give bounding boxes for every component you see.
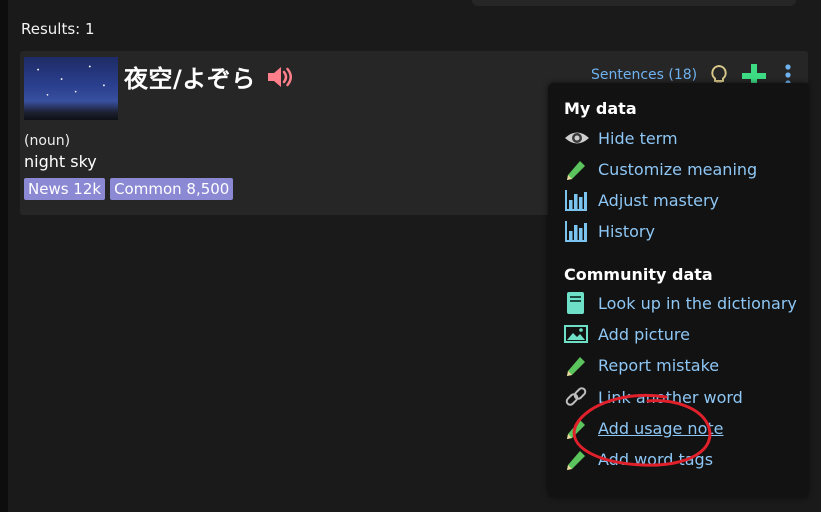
menu-item-link-word[interactable]: Link another word: [564, 384, 743, 410]
menu-item-dictionary-lookup[interactable]: Look up in the dictionary: [564, 290, 797, 316]
menu-item-adjust-mastery[interactable]: Adjust mastery: [564, 187, 719, 213]
menu-item-label: Link another word: [598, 387, 743, 407]
tag-news: News 12k: [24, 178, 106, 200]
pencil-icon: [564, 415, 592, 441]
window-edge: [0, 0, 8, 512]
speaker-icon[interactable]: [266, 64, 294, 90]
image-icon: [564, 321, 592, 347]
bar-chart-icon: [564, 218, 592, 244]
menu-item-add-picture[interactable]: Add picture: [564, 321, 690, 347]
pencil-icon: [564, 446, 592, 472]
link-icon: [564, 384, 592, 410]
eye-icon: [564, 125, 592, 151]
community-data-title: Community data: [564, 265, 713, 284]
menu-item-customize-meaning[interactable]: Customize meaning: [564, 156, 757, 182]
term-picture[interactable]: [24, 57, 118, 120]
menu-item-label: Add word tags: [598, 449, 714, 469]
menu-item-hide-term[interactable]: Hide term: [564, 125, 678, 151]
menu-item-label: Add usage note: [598, 418, 724, 438]
menu-item-history[interactable]: History: [564, 218, 655, 244]
top-panel: [472, 0, 796, 6]
menu-item-add-word-tags[interactable]: Add word tags: [564, 446, 713, 472]
tag-list: News 12k Common 8,500: [24, 178, 234, 200]
menu-item-label: Hide term: [598, 128, 678, 148]
menu-item-label: Look up in the dictionary: [598, 293, 797, 313]
term-meaning: night sky: [24, 152, 97, 171]
tag-common: Common 8,500: [110, 178, 234, 200]
menu-item-report-mistake[interactable]: Report mistake: [564, 352, 719, 378]
menu-item-label: Customize meaning: [598, 159, 758, 179]
context-menu: My data Hide term Customize meaning Adju…: [548, 83, 808, 497]
my-data-title: My data: [564, 99, 637, 118]
results-count: Results: 1: [21, 20, 95, 38]
menu-item-add-usage-note[interactable]: Add usage note: [564, 415, 723, 441]
term-title[interactable]: 夜空/よぞら: [124, 59, 256, 94]
menu-item-label: History: [598, 221, 655, 241]
pencil-icon: [564, 156, 592, 182]
pencil-icon: [564, 352, 592, 378]
menu-item-label: Add picture: [598, 324, 690, 344]
book-icon: [564, 290, 592, 316]
menu-item-label: Adjust mastery: [598, 190, 719, 210]
bar-chart-icon: [564, 187, 592, 213]
sentences-link[interactable]: Sentences (18): [591, 67, 697, 83]
menu-item-label: Report mistake: [598, 355, 720, 375]
part-of-speech: (noun): [24, 133, 71, 149]
